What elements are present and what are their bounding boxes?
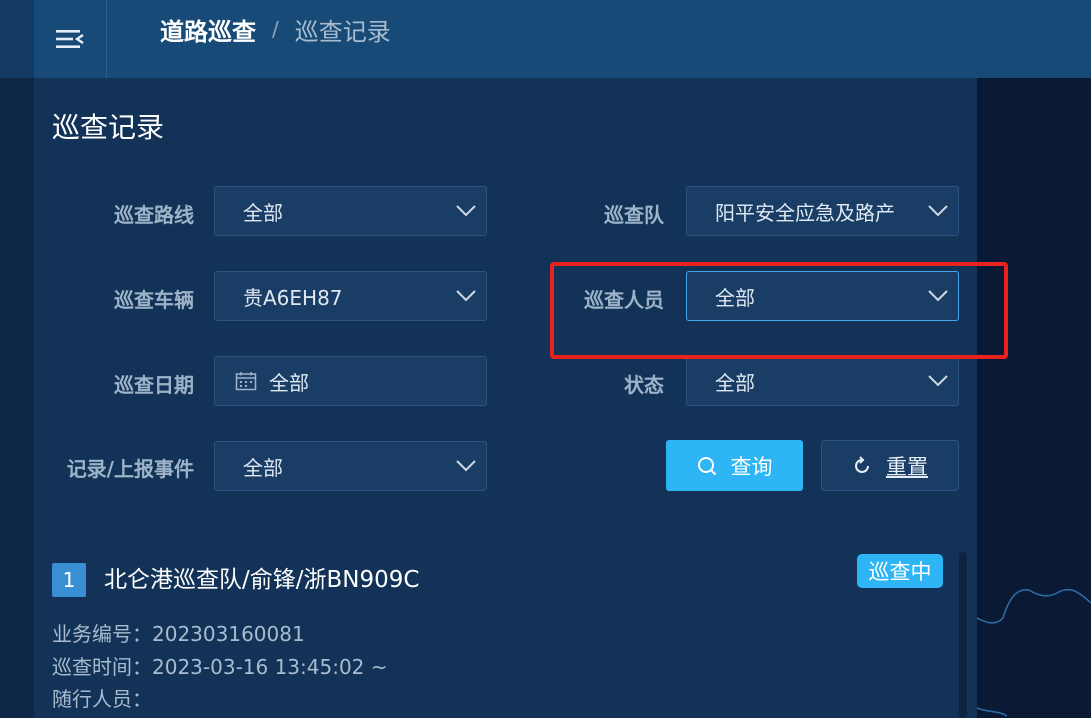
vehicle-select[interactable]: 贵A6EH87: [214, 271, 487, 321]
status-badge: 巡查中: [857, 554, 943, 588]
page-title: 巡查记录: [52, 111, 165, 144]
query-button-label: 查询: [730, 454, 773, 479]
breadcrumb-separator: /: [272, 17, 279, 41]
patrol-record-panel: 巡查记录 巡查路线 全部 巡查队 阳平安全应急及路产 巡查车辆 贵A6EH87 …: [34, 78, 977, 718]
menu-toggle-button[interactable]: [34, 0, 107, 78]
team-select[interactable]: 阳平安全应急及路产: [686, 186, 959, 236]
status-label: 状态: [624, 373, 664, 397]
record-business-no: 业务编号：202303160081: [52, 622, 305, 646]
record-title[interactable]: 北仑港巡查队/俞锋/浙BN909C: [104, 560, 419, 594]
calendar-icon: [235, 371, 257, 391]
route-label: 巡查路线: [114, 203, 194, 227]
chevron-down-icon: [446, 271, 486, 321]
reset-button-label: 重置: [886, 454, 928, 479]
status-select-value: 全部: [715, 370, 755, 395]
date-picker-value: 全部: [269, 370, 309, 395]
search-icon: [697, 456, 717, 476]
left-strip: [0, 0, 34, 718]
personnel-select-value: 全部: [715, 285, 755, 310]
record-companions: 随行人员：: [52, 687, 152, 711]
date-picker[interactable]: 全部: [214, 356, 487, 406]
event-select-value: 全部: [243, 455, 283, 480]
team-select-value: 阳平安全应急及路产: [715, 200, 895, 225]
chevron-down-icon: [446, 186, 486, 236]
vehicle-select-value: 贵A6EH87: [243, 285, 343, 310]
personnel-label: 巡查人员: [584, 288, 664, 312]
top-bar: 道路巡查 / 巡查记录: [34, 0, 1091, 78]
personnel-select[interactable]: 全部: [686, 271, 959, 321]
record-index-badge: 1: [52, 563, 86, 597]
menu-fold-icon: [56, 30, 84, 48]
chevron-down-icon: [918, 271, 958, 321]
chevron-down-icon: [446, 441, 486, 491]
breadcrumb: 道路巡查 / 巡查记录: [160, 12, 391, 47]
record-list-scrollbar[interactable]: [959, 552, 967, 718]
record-patrol-time: 巡查时间：2023-03-16 13:45:02 ~: [52, 655, 388, 679]
breadcrumb-current: 巡查记录: [294, 17, 391, 46]
query-button[interactable]: 查询: [666, 440, 803, 491]
left-strip-top: [0, 0, 34, 78]
date-label: 巡查日期: [114, 373, 194, 397]
vehicle-label: 巡查车辆: [114, 288, 194, 312]
chevron-down-icon: [918, 186, 958, 236]
event-label: 记录/上报事件: [66, 457, 194, 481]
status-select[interactable]: 全部: [686, 356, 959, 406]
route-select-value: 全部: [243, 200, 283, 225]
route-select[interactable]: 全部: [214, 186, 487, 236]
breadcrumb-root[interactable]: 道路巡查: [160, 12, 256, 47]
event-select[interactable]: 全部: [214, 441, 487, 491]
chevron-down-icon: [918, 356, 958, 406]
refresh-icon: [852, 455, 872, 476]
team-label: 巡查队: [604, 203, 664, 227]
map-boundary-lines: [976, 588, 1091, 717]
map-area[interactable]: [976, 78, 1091, 718]
reset-button[interactable]: 重置: [821, 440, 959, 491]
